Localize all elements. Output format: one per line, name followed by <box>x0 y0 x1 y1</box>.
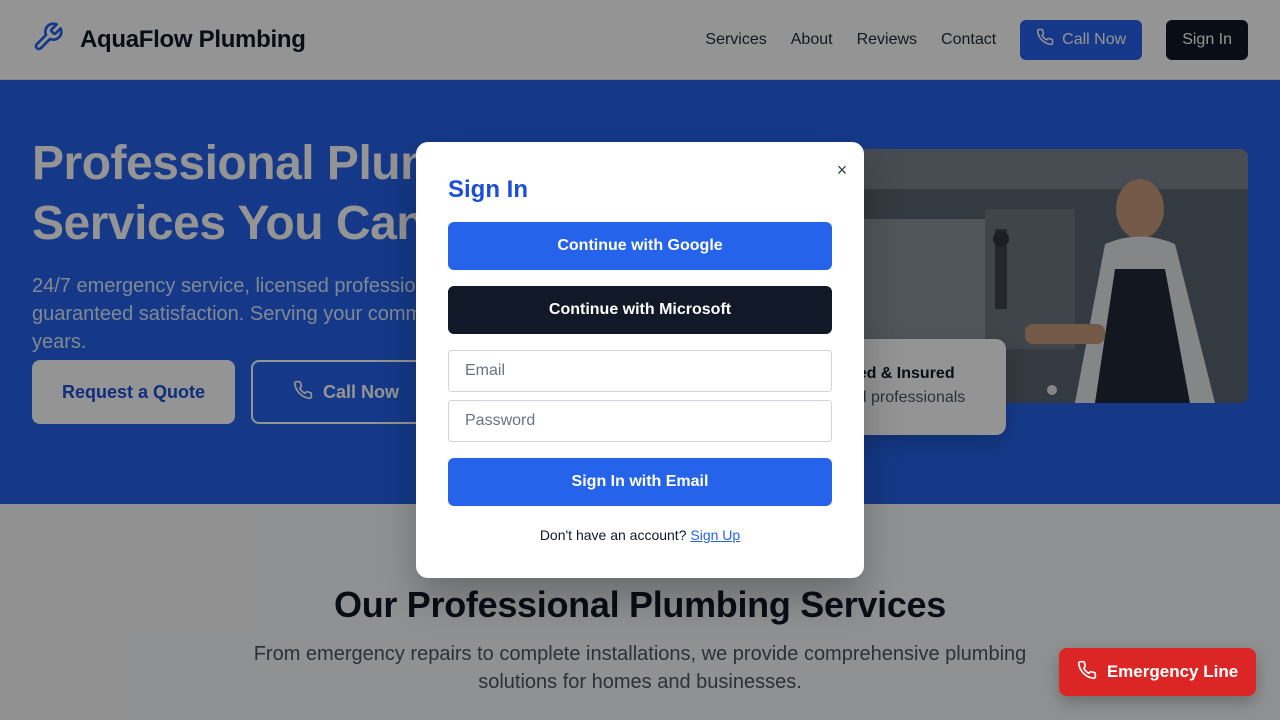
emergency-line-button[interactable]: Emergency Line <box>1059 648 1256 696</box>
microsoft-signin-button[interactable]: Continue with Microsoft <box>448 286 832 334</box>
email-field[interactable] <box>448 350 832 392</box>
phone-icon <box>1077 660 1097 685</box>
password-field[interactable] <box>448 400 832 442</box>
signin-modal: × Sign In Continue with Google Continue … <box>416 142 864 578</box>
signup-link[interactable]: Sign Up <box>690 527 740 543</box>
google-signin-button[interactable]: Continue with Google <box>448 222 832 270</box>
signup-row: Don't have an account? Sign Up <box>416 527 864 543</box>
emergency-label: Emergency Line <box>1106 662 1239 681</box>
signup-prompt: Don't have an account? <box>539 527 687 543</box>
modal-title: Sign In <box>448 176 528 203</box>
close-icon[interactable]: × <box>834 161 850 179</box>
email-signin-button[interactable]: Sign In with Email <box>448 458 832 506</box>
